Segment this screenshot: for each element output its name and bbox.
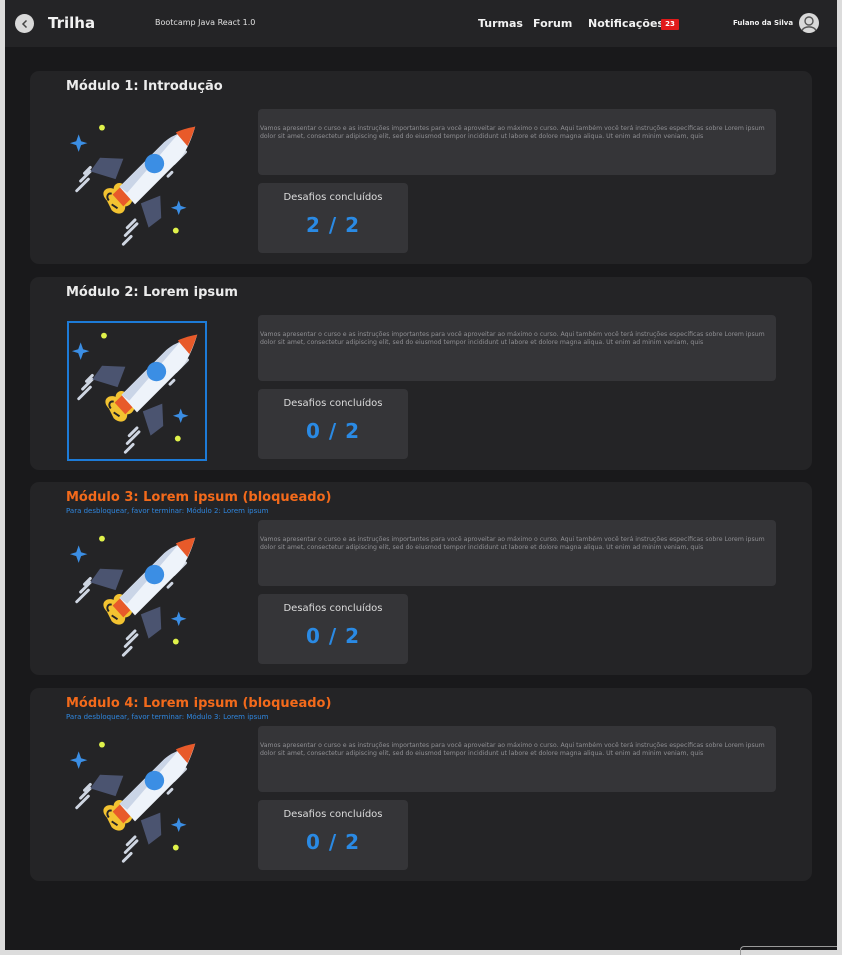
challenges-panel: Desafios concluídos 0 / 2 [258, 800, 408, 870]
chevron-left-icon [21, 19, 27, 28]
module-description: Vamos apresentar o curso e as instruções… [258, 726, 776, 792]
nav-forum[interactable]: Forum [533, 17, 572, 30]
rocket-icon [71, 332, 198, 454]
module-title: Módulo 1: Introdução [66, 79, 223, 94]
back-button[interactable] [15, 14, 34, 33]
module-card-3[interactable]: Módulo 3: Lorem ipsum (bloqueado) Para d… [30, 482, 812, 675]
top-bar: Trilha Bootcamp Java React 1.0 Turmas Fo… [5, 0, 837, 47]
nav-turmas[interactable]: Turmas [478, 17, 523, 30]
challenges-panel: Desafios concluídos 2 / 2 [258, 183, 408, 253]
course-name: Bootcamp Java React 1.0 [155, 18, 256, 27]
module-title: Módulo 3: Lorem ipsum (bloqueado) [66, 490, 332, 505]
rocket-illustration[interactable] [67, 732, 207, 872]
challenges-count: 2 / 2 [305, 213, 361, 237]
module-title: Módulo 4: Lorem ipsum (bloqueado) [66, 696, 332, 711]
app-frame: Trilha Bootcamp Java React 1.0 Turmas Fo… [5, 0, 837, 955]
challenges-count: 0 / 2 [305, 624, 361, 648]
challenges-label: Desafios concluídos [283, 809, 383, 820]
user-avatar-icon [801, 16, 817, 32]
rocket-illustration[interactable] [67, 321, 207, 461]
avatar[interactable] [799, 13, 819, 33]
challenges-panel: Desafios concluídos 0 / 2 [258, 389, 408, 459]
user-name: Fulano da Silva [733, 19, 794, 27]
challenges-count: 0 / 2 [305, 830, 361, 854]
unlock-note: Para desbloquear, favor terminar: Módulo… [66, 713, 269, 721]
module-card-1[interactable]: Módulo 1: Introdução Vamos apresentar o … [30, 71, 812, 264]
rocket-icon [69, 124, 196, 246]
rocket-illustration[interactable] [67, 526, 207, 666]
challenges-count: 0 / 2 [305, 419, 361, 443]
module-card-2[interactable]: Módulo 2: Lorem ipsum Vamos apresentar o… [30, 277, 812, 470]
module-description: Vamos apresentar o curso e as instruções… [258, 520, 776, 586]
module-description: Vamos apresentar o curso e as instruções… [258, 315, 776, 381]
challenges-panel: Desafios concluídos 0 / 2 [258, 594, 408, 664]
nav-notificacoes[interactable]: Notificações [588, 17, 664, 30]
page-title: Trilha [48, 14, 96, 32]
rocket-illustration[interactable] [67, 115, 207, 255]
notification-badge: 23 [661, 19, 679, 30]
module-description: Vamos apresentar o curso e as instruções… [258, 109, 776, 175]
module-title: Módulo 2: Lorem ipsum [66, 285, 238, 300]
module-card-4[interactable]: Módulo 4: Lorem ipsum (bloqueado) Para d… [30, 688, 812, 881]
rocket-icon [69, 535, 196, 657]
rocket-icon [69, 741, 196, 863]
unlock-note: Para desbloquear, favor terminar: Módulo… [66, 507, 269, 515]
challenges-label: Desafios concluídos [283, 192, 383, 203]
challenges-label: Desafios concluídos [283, 398, 383, 409]
challenges-label: Desafios concluídos [283, 603, 383, 614]
